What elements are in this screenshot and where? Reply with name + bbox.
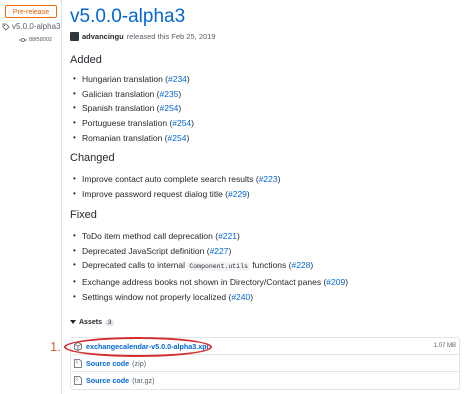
avatar[interactable]	[70, 32, 79, 41]
highlight-oval-annotation	[64, 337, 212, 357]
list-changed: Improve contact auto complete search res…	[70, 172, 280, 201]
release-date: released this Feb 25, 2019	[126, 32, 216, 41]
issue-link[interactable]: #209	[326, 277, 345, 287]
issue-link[interactable]: #240	[231, 292, 250, 302]
list-item: Galician translation (#235)	[70, 87, 194, 102]
asset-row: Source code (tar.gz)	[71, 372, 459, 389]
list-item: Deprecated calls to internal Component.u…	[70, 258, 348, 275]
list-item: Exchange address books not shown in Dire…	[70, 275, 348, 290]
source-code-zip-link[interactable]: Source code (zip)	[86, 359, 146, 368]
author-link[interactable]: advancingu	[82, 32, 124, 41]
commit-sha: 88f58002	[29, 37, 52, 43]
list-item: Settings window not properly localized (…	[70, 290, 348, 305]
assets-count-badge: 3	[104, 319, 115, 326]
issue-link[interactable]: #254	[160, 103, 179, 113]
list-item: Deprecated JavaScript definition (#227)	[70, 244, 348, 259]
issue-link[interactable]: #227	[210, 246, 229, 256]
heading-changed: Changed	[70, 152, 115, 164]
list-item: Improve contact auto complete search res…	[70, 172, 280, 187]
assets-toggle[interactable]: Assets 3	[70, 319, 115, 326]
issue-link[interactable]: #254	[172, 118, 191, 128]
list-item: Improve password request dialog title (#…	[70, 187, 280, 202]
issue-link[interactable]: #221	[218, 231, 237, 241]
caret-down-icon	[70, 320, 76, 324]
step-number-annotation: 1.	[50, 339, 61, 354]
list-fixed: ToDo item method call deprecation (#221)…	[70, 229, 348, 305]
list-item: Hungarian translation (#234)	[70, 72, 194, 87]
prerelease-badge: Pre-release	[5, 5, 57, 18]
file-zip-icon	[74, 376, 82, 385]
source-code-targz-link[interactable]: Source code (tar.gz)	[86, 376, 155, 385]
tag-icon	[2, 23, 10, 31]
commit-icon	[19, 37, 27, 43]
issue-link[interactable]: #235	[159, 89, 178, 99]
release-title[interactable]: v5.0.0-alpha3	[70, 6, 185, 28]
heading-added: Added	[70, 54, 102, 66]
release-byline: advancingu released this Feb 25, 2019	[70, 32, 216, 41]
asset-row: Source code (zip)	[71, 355, 459, 372]
issue-link[interactable]: #234	[168, 74, 187, 84]
issue-link[interactable]: #223	[259, 174, 278, 184]
tag-label: v5.0.0-alpha3	[12, 22, 61, 31]
commit-link[interactable]: 88f58002	[19, 37, 52, 43]
issue-link[interactable]: #254	[168, 133, 187, 143]
code-snippet: Component.utils	[187, 262, 250, 272]
list-item: Spanish translation (#254)	[70, 101, 194, 116]
list-added: Hungarian translation (#234) Galician tr…	[70, 72, 194, 146]
source-format: (tar.gz)	[132, 376, 155, 385]
tag-link[interactable]: v5.0.0-alpha3	[2, 22, 60, 31]
list-item: Romanian translation (#254)	[70, 131, 194, 146]
release-sidebar: Pre-release v5.0.0-alpha3 88f58002	[0, 0, 62, 394]
list-item: Portuguese translation (#254)	[70, 116, 194, 131]
asset-size: 1.07 MB	[433, 343, 456, 349]
assets-label: Assets	[79, 319, 102, 326]
heading-fixed: Fixed	[70, 209, 97, 221]
issue-link[interactable]: #229	[228, 189, 247, 199]
list-item: ToDo item method call deprecation (#221)	[70, 229, 348, 244]
source-format: (zip)	[132, 358, 147, 368]
issue-link[interactable]: #228	[291, 260, 310, 270]
file-zip-icon	[74, 358, 82, 368]
